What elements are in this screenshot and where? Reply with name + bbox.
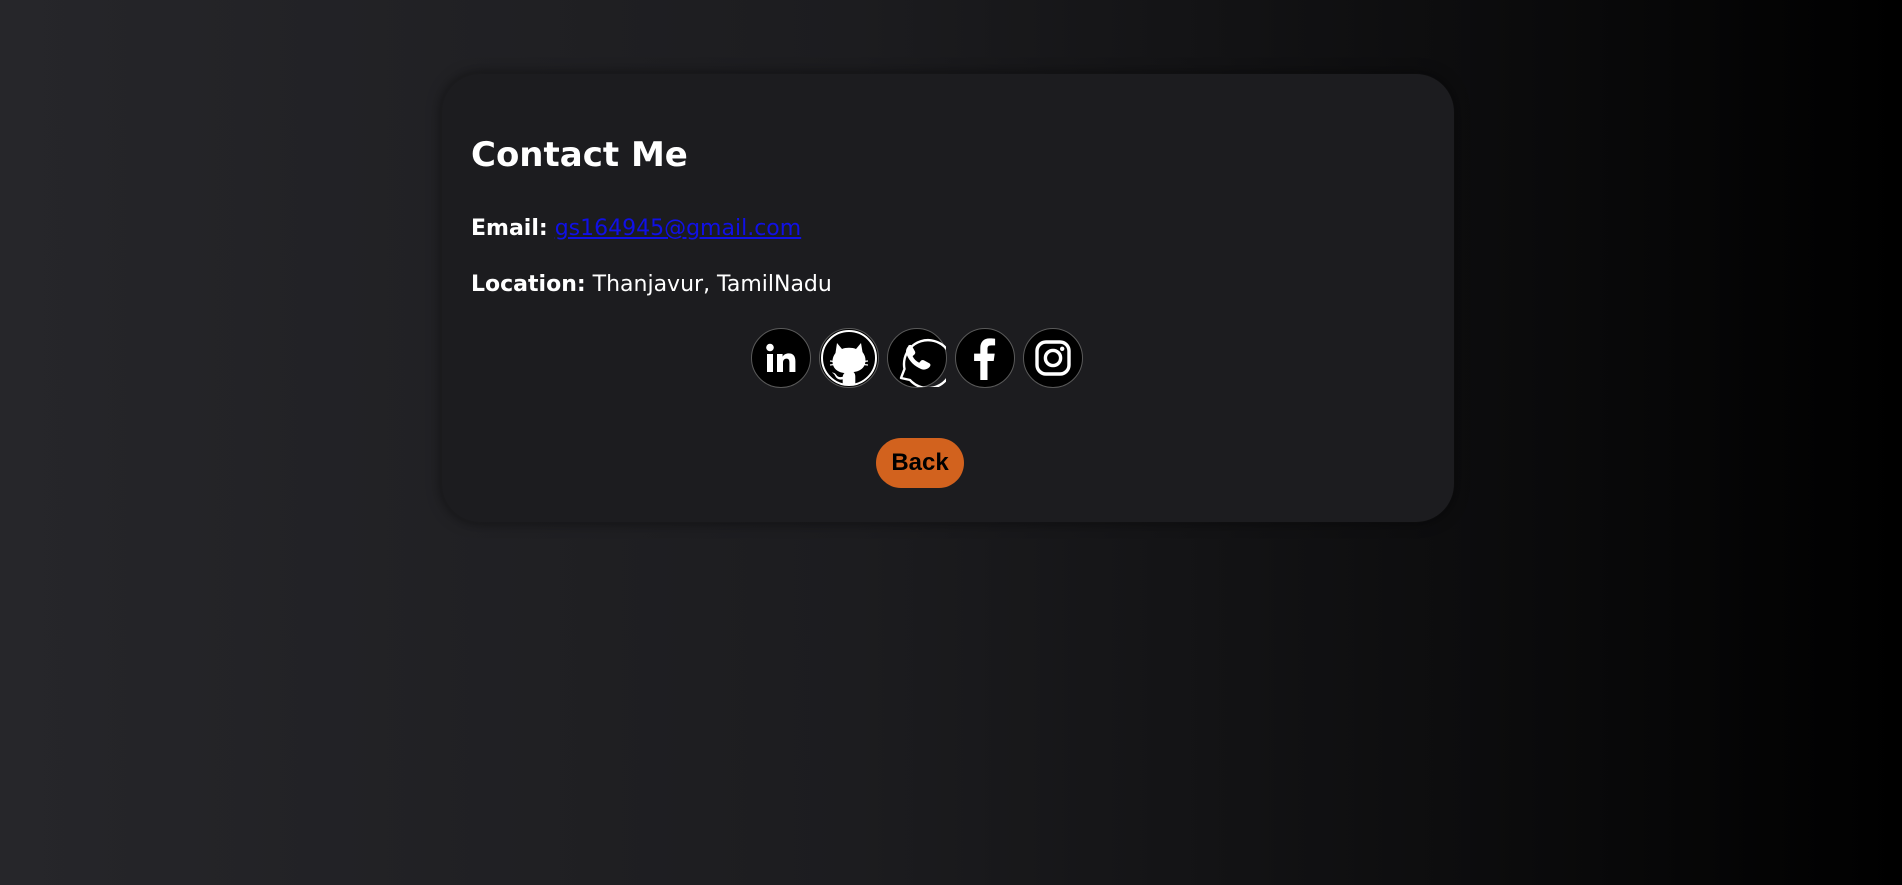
whatsapp-icon [899, 339, 946, 387]
linkedin-link[interactable] [751, 328, 811, 388]
github-icon [821, 330, 877, 386]
social-links [751, 328, 1083, 388]
email-label: Email: [471, 216, 548, 241]
location-row: Location: Thanjavur, TamilNadu [471, 274, 832, 296]
email-link[interactable]: gs164945@gmail.com [555, 216, 802, 241]
instagram-link[interactable] [1023, 328, 1083, 388]
page-title: Contact Me [471, 135, 688, 175]
instagram-icon [1035, 340, 1071, 376]
location-value: Thanjavur, TamilNadu [592, 272, 832, 297]
location-label: Location: [471, 272, 586, 297]
email-row: Email: gs164945@gmail.com [471, 218, 801, 240]
linkedin-icon [766, 343, 796, 372]
whatsapp-link[interactable] [887, 328, 947, 388]
facebook-icon [974, 338, 996, 380]
contact-card: Contact Me Email: gs164945@gmail.com Loc… [442, 74, 1454, 522]
github-link[interactable] [819, 328, 879, 388]
facebook-link[interactable] [955, 328, 1015, 388]
back-button[interactable]: Back [876, 438, 964, 488]
